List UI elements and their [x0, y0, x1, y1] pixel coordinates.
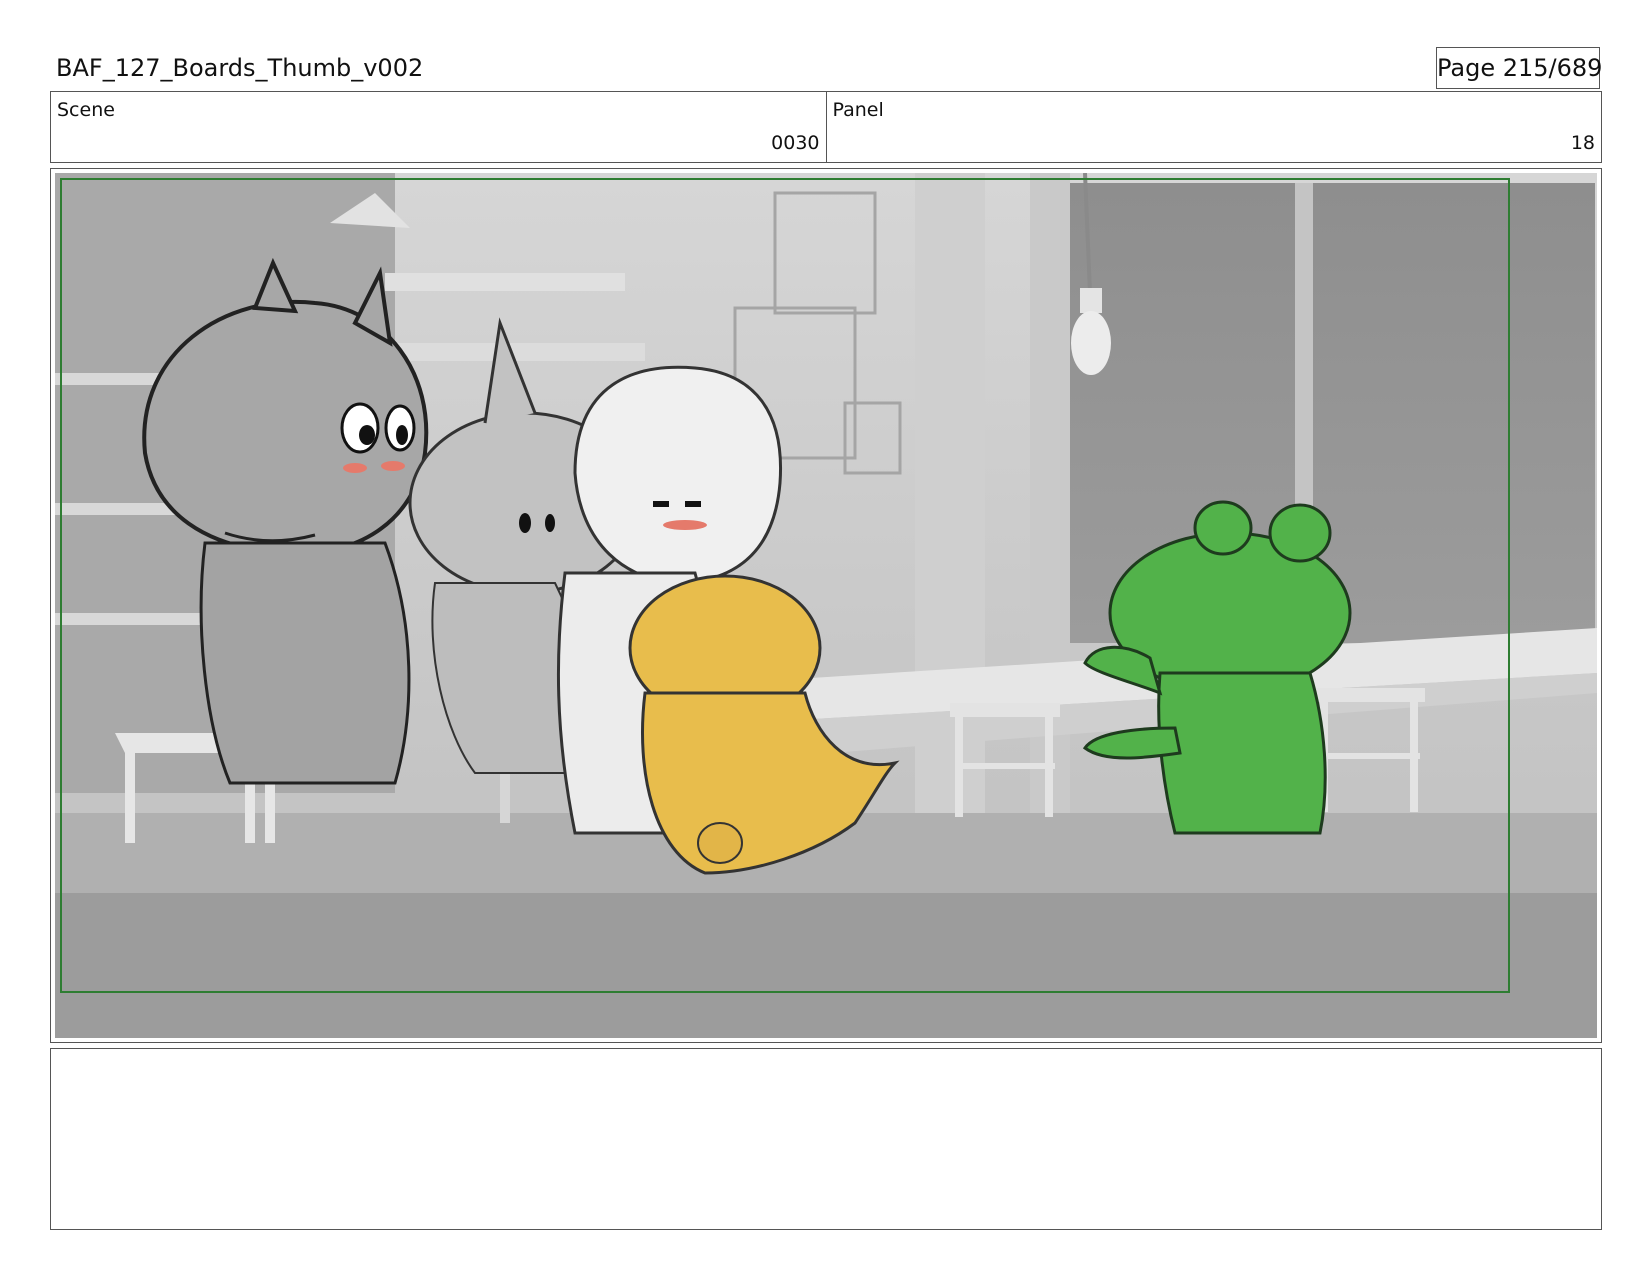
- panel-label: Panel: [832, 99, 884, 121]
- scene-cell: Scene 0030: [51, 92, 826, 162]
- scene-label: Scene: [57, 99, 115, 121]
- panel-number: 18: [1570, 132, 1595, 154]
- document-title: BAF_127_Boards_Thumb_v002: [56, 54, 424, 82]
- notes-box: [50, 1048, 1602, 1230]
- storyboard-image: [55, 173, 1597, 1038]
- scene-panel-row: Scene 0030 Panel 18: [50, 91, 1602, 163]
- storyboard-panel: [50, 168, 1602, 1043]
- page-indicator: Page 215/689: [1436, 47, 1602, 89]
- scene-number: 0030: [771, 132, 820, 154]
- panel-cell: Panel 18: [825, 92, 1602, 162]
